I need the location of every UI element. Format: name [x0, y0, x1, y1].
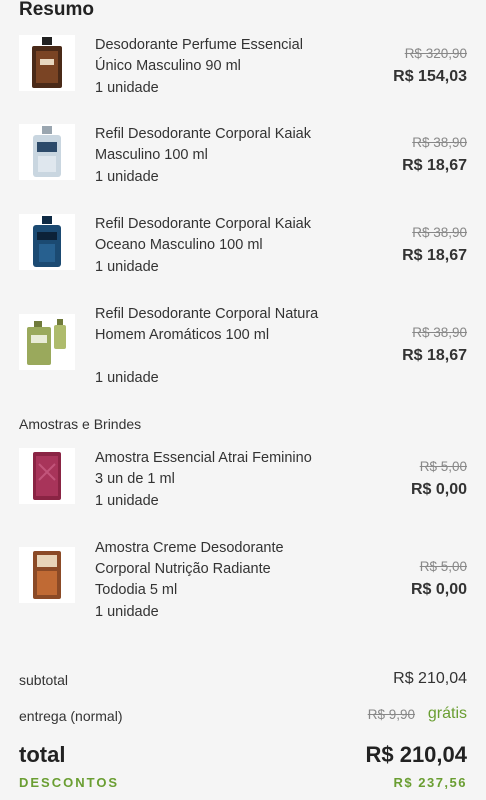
discounts-value: R$ 237,56 — [393, 775, 467, 790]
item-quantity: 1 unidade — [95, 259, 159, 275]
discounts-label: DESCONTOS — [19, 775, 120, 790]
delivery-label: entrega (normal) — [19, 708, 123, 724]
delivery-free-value: grátis — [427, 705, 467, 722]
item-price: R$ 0,00 — [410, 581, 467, 598]
item-quantity: 1 unidade — [95, 80, 159, 96]
total-value: R$ 210,04 — [365, 742, 467, 767]
item-quantity: 1 unidade — [95, 169, 159, 185]
item-name: Refil Desodorante Corporal Kaiak Oceano … — [95, 216, 311, 253]
total-label: total — [19, 742, 66, 767]
item-price: R$ 154,03 — [393, 68, 467, 85]
item-name: Amostra Creme Desodorante Corporal Nutri… — [95, 540, 284, 598]
item-old-price: R$ 38,90 — [412, 225, 467, 240]
item-price: R$ 18,67 — [402, 157, 467, 174]
delivery-old-price: R$ 9,90 — [367, 707, 415, 722]
item-old-price: R$ 5,00 — [419, 559, 467, 574]
item-old-price: R$ 320,90 — [404, 46, 467, 61]
item-name: Desodorante Perfume Essencial Único Masc… — [95, 37, 303, 74]
subtotal-label: subtotal — [19, 672, 69, 688]
perfume-bottle-icon — [19, 214, 75, 270]
item-name: Amostra Essencial Atrai Feminino 3 un de… — [95, 450, 312, 487]
summary-title: Resumo — [19, 0, 94, 20]
sample-sachet-icon — [19, 448, 75, 504]
item-price: R$ 0,00 — [410, 481, 467, 498]
sample-sachet-icon — [19, 547, 75, 603]
item-quantity: 1 unidade — [95, 370, 159, 386]
item-price: R$ 18,67 — [402, 247, 467, 264]
item-old-price: R$ 38,90 — [412, 135, 467, 150]
item-old-price: R$ 38,90 — [412, 325, 467, 340]
perfume-bottle-icon — [19, 314, 75, 370]
subtotal-value: R$ 210,04 — [393, 670, 467, 687]
item-price: R$ 18,67 — [402, 347, 467, 364]
perfume-bottle-icon — [19, 35, 75, 91]
item-quantity: 1 unidade — [95, 493, 159, 509]
item-name: Refil Desodorante Corporal Natura Homem … — [95, 306, 319, 343]
samples-section-title: Amostras e Brindes — [19, 416, 142, 432]
perfume-bottle-icon — [19, 124, 75, 180]
item-old-price: R$ 5,00 — [419, 459, 467, 474]
item-quantity: 1 unidade — [95, 604, 159, 620]
item-name: Refil Desodorante Corporal Kaiak Masculi… — [95, 126, 311, 163]
